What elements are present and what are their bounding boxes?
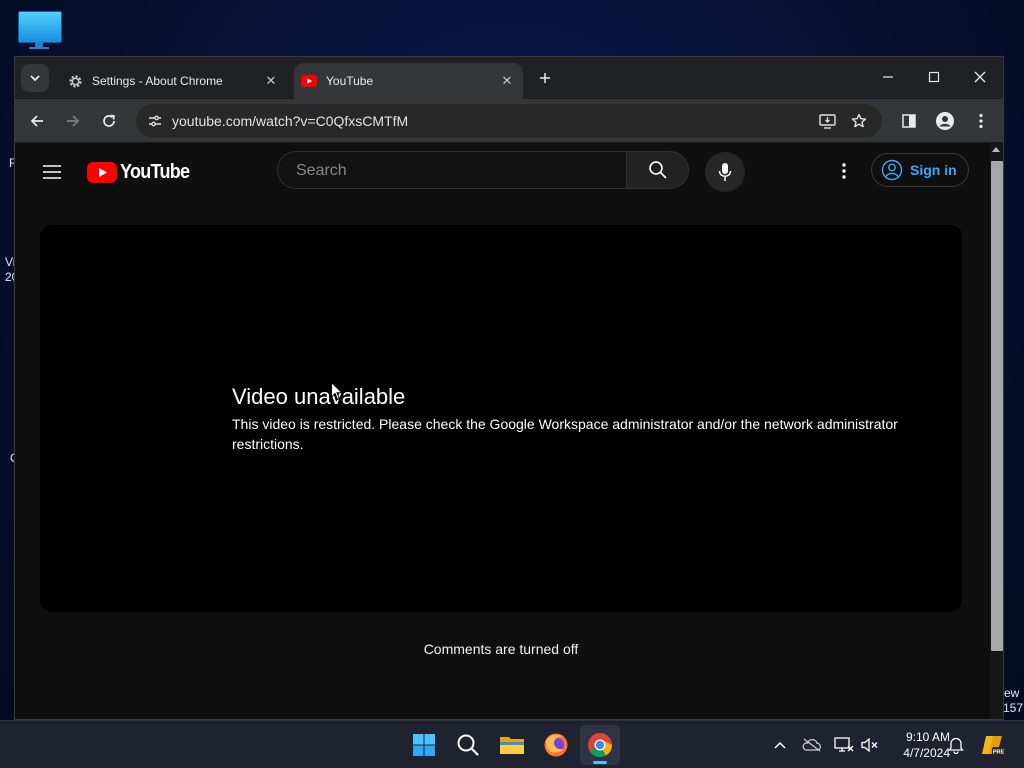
start-icon	[413, 734, 435, 756]
network-icon[interactable]	[832, 733, 856, 757]
desktop-label-fragment: 157	[1003, 701, 1024, 715]
hamburger-menu-icon[interactable]	[39, 159, 65, 185]
copilot-preview-icon[interactable]: PRE	[980, 732, 1006, 758]
taskbar-search-button[interactable]	[448, 725, 488, 765]
more-vertical-icon	[979, 113, 983, 129]
chrome-icon	[588, 733, 612, 758]
side-panel-button[interactable]	[895, 107, 923, 135]
chrome-menu-button[interactable]	[967, 107, 995, 135]
close-tab-icon[interactable]: ✕	[261, 71, 281, 91]
comments-status: Comments are turned off	[423, 641, 579, 657]
chrome-taskbar-button[interactable]	[580, 725, 620, 765]
desktop-computer-icon[interactable]	[18, 11, 62, 49]
address-bar[interactable]: youtube.com/watch?v=C0QfxsCMTfM	[136, 104, 882, 138]
tab-youtube[interactable]: YouTube ✕	[294, 63, 523, 99]
close-icon	[974, 71, 986, 83]
volume-muted-icon[interactable]	[858, 733, 882, 757]
error-title: Video unavailable	[232, 384, 406, 409]
voice-search-button[interactable]	[705, 152, 745, 192]
chevron-up-icon	[774, 741, 786, 749]
system-clock[interactable]: 9:10 AM 4/7/2024	[880, 729, 950, 761]
firefox-icon	[544, 733, 568, 757]
sign-in-button[interactable]: Sign in	[871, 153, 969, 187]
microphone-icon	[718, 163, 732, 181]
profile-icon	[936, 112, 954, 130]
tab-label: YouTube	[326, 74, 374, 88]
arrow-right-icon	[67, 115, 80, 127]
back-button[interactable]	[23, 107, 51, 135]
file-explorer-button[interactable]	[492, 725, 532, 765]
error-message: This video is restricted. Please check t…	[232, 416, 898, 452]
svg-text:PRE: PRE	[993, 749, 1005, 755]
onedrive-offline-icon[interactable]	[800, 733, 824, 757]
reload-button[interactable]	[95, 107, 123, 135]
tab-strip: Settings - About Chrome ✕ YouTube ✕	[15, 57, 1003, 99]
tab-search-button[interactable]	[21, 64, 49, 92]
install-app-icon[interactable]	[814, 108, 840, 134]
close-window-button[interactable]	[957, 57, 1003, 97]
youtube-page: YouTube Sign in Video unavailable This v…	[15, 143, 990, 719]
site-info-icon[interactable]	[142, 108, 168, 134]
firefox-button[interactable]	[536, 725, 576, 765]
url-text[interactable]: youtube.com/watch?v=C0QfxsCMTfM	[172, 113, 408, 129]
minimize-icon	[883, 76, 893, 78]
plus-icon	[540, 73, 550, 83]
reload-icon	[103, 114, 115, 127]
browser-toolbar: youtube.com/watch?v=C0QfxsCMTfM	[15, 99, 1003, 143]
side-panel-icon	[902, 114, 916, 128]
show-hidden-icons-button[interactable]	[768, 733, 792, 757]
chrome-window: Settings - About Chrome ✕ YouTube ✕ yout…	[14, 56, 1004, 720]
search-icon	[457, 734, 479, 756]
clock-time: 9:10 AM	[905, 730, 950, 744]
clock-date: 4/7/2024	[903, 746, 950, 760]
sign-in-label: Sign in	[910, 162, 957, 178]
page-scrollbar[interactable]	[990, 143, 1003, 719]
minimize-button[interactable]	[865, 57, 911, 97]
desktop-label-fragment: ew	[1004, 686, 1020, 700]
bookmark-star-icon[interactable]	[846, 108, 872, 134]
close-tab-icon[interactable]: ✕	[497, 71, 517, 91]
video-player[interactable]: Video unavailable This video is restrict…	[40, 225, 962, 612]
start-button[interactable]	[404, 725, 444, 765]
youtube-play-icon	[87, 161, 117, 183]
arrow-left-icon	[30, 115, 43, 127]
search-box	[277, 151, 626, 189]
scroll-up-arrow-icon[interactable]	[992, 147, 1000, 152]
scroll-thumb[interactable]	[991, 161, 1003, 651]
tab-settings[interactable]: Settings - About Chrome ✕	[59, 63, 287, 99]
notification-bell-icon[interactable]	[944, 733, 968, 757]
youtube-icon	[301, 73, 317, 89]
profile-button[interactable]	[931, 107, 959, 135]
active-app-indicator	[593, 761, 607, 764]
more-vertical-icon	[842, 163, 846, 179]
youtube-logo[interactable]: YouTube	[87, 159, 197, 185]
maximize-icon	[928, 71, 940, 83]
mouse-cursor-icon	[331, 381, 344, 406]
tab-label: Settings - About Chrome	[92, 74, 223, 88]
chevron-down-icon	[30, 75, 40, 82]
account-circle-icon	[881, 159, 903, 181]
taskbar: 9:10 AM 4/7/2024 PRE	[0, 720, 1024, 768]
new-tab-button[interactable]	[534, 67, 556, 89]
forward-button[interactable]	[59, 107, 87, 135]
file-explorer-icon	[500, 737, 524, 754]
search-icon	[648, 161, 667, 179]
search-button[interactable]	[626, 151, 689, 189]
settings-more-button[interactable]	[832, 159, 856, 183]
gear-icon	[67, 73, 83, 89]
maximize-button[interactable]	[911, 57, 957, 97]
search-input[interactable]	[294, 160, 598, 182]
